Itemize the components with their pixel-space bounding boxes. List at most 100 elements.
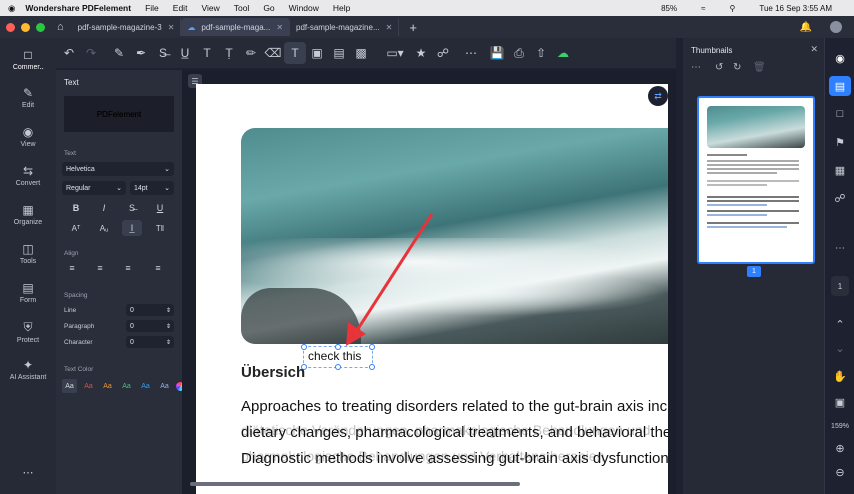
attachments-icon[interactable]: ☍ — [829, 188, 851, 208]
paragraph-spacing-stepper[interactable]: 0 ⇕ — [126, 320, 174, 332]
character-spacing-stepper[interactable]: 0 ⇕ — [126, 336, 174, 348]
menu-help[interactable]: Help — [333, 3, 350, 13]
menu-view[interactable]: View — [201, 3, 219, 13]
rail-tools[interactable]: ◫ Tools — [0, 242, 56, 265]
color-swatch[interactable]: Aa — [138, 379, 153, 393]
close-icon[interactable]: ✕ — [386, 23, 393, 32]
cloud-sync-icon[interactable]: ☁ — [552, 42, 574, 64]
superscript-button[interactable]: Aᵀ — [66, 220, 86, 236]
more-icon[interactable]: ⋯ — [0, 466, 56, 479]
resize-handle[interactable] — [335, 344, 341, 350]
comments-icon[interactable]: □ — [829, 104, 851, 124]
fields-icon[interactable]: ▦ — [829, 160, 851, 180]
align-center-icon[interactable]: ≡ — [90, 260, 110, 276]
textbox-annotation[interactable]: check this — [301, 344, 375, 370]
tab-document-1[interactable]: pdf-sample-magazine-3 ✕ — [72, 18, 182, 36]
rail-organize[interactable]: ▦ Organize — [0, 203, 56, 226]
tab-document-2[interactable]: ☁ pdf-sample-maga... ✕ — [181, 18, 291, 36]
zoom-out-icon[interactable]: ⊖ — [829, 462, 851, 482]
rail-edit[interactable]: ✎ Edit — [0, 86, 56, 109]
strikethrough-icon[interactable]: S̶ — [152, 42, 174, 64]
apple-icon[interactable]: ◉ — [8, 3, 15, 14]
menu-edit[interactable]: Edit — [173, 3, 188, 13]
align-justify-icon[interactable]: ≡ — [148, 260, 168, 276]
font-select[interactable]: Helvetica ⌄ — [62, 162, 174, 176]
menu-window[interactable]: Window — [289, 3, 319, 13]
fit-page-icon[interactable]: ▣ — [829, 392, 851, 412]
avatar[interactable] — [830, 21, 842, 33]
hand-tool-icon[interactable]: ✋ — [829, 366, 851, 386]
bell-icon[interactable]: 🔔 — [800, 22, 812, 33]
callout-icon[interactable]: ▤ — [328, 42, 350, 64]
sticky-note-icon[interactable]: ▩ — [350, 42, 372, 64]
text-tall-button[interactable]: T‖ — [150, 220, 170, 236]
menu-tool[interactable]: Tool — [234, 3, 250, 13]
color-swatch[interactable]: Aa — [100, 379, 115, 393]
style-select[interactable]: Regular ⌄ — [62, 181, 126, 195]
resize-handle[interactable] — [369, 344, 375, 350]
app-name[interactable]: Wondershare PDFelement — [25, 3, 131, 13]
menu-go[interactable]: Go — [263, 3, 274, 13]
datetime[interactable]: Tue 16 Sep 3:55 AM — [759, 4, 832, 13]
text-insert-icon[interactable]: T — [196, 42, 218, 64]
rail-convert[interactable]: ⇆ Convert — [0, 164, 56, 187]
close-icon[interactable]: ✕ — [276, 23, 283, 32]
chevron-down-icon[interactable]: ⌄ — [829, 338, 851, 358]
size-select[interactable]: 14pt ⌄ — [130, 181, 174, 195]
close-icon[interactable]: ✕ — [168, 23, 175, 32]
subscript-button[interactable]: Aᵤ — [94, 220, 114, 236]
color-swatch[interactable]: Aa — [81, 379, 96, 393]
italic-button[interactable]: I — [94, 200, 114, 216]
resize-handle[interactable] — [369, 364, 375, 370]
zoom-level[interactable]: 159% — [829, 416, 851, 436]
color-swatch[interactable]: Aa — [62, 379, 77, 393]
align-right-icon[interactable]: ≡ — [118, 260, 138, 276]
more-icon[interactable]: ⋯ — [691, 62, 701, 73]
tab-document-3[interactable]: pdf-sample-magazine... ✕ — [290, 18, 400, 36]
save-icon[interactable]: 💾 — [486, 42, 508, 64]
menu-file[interactable]: File — [145, 3, 159, 13]
zoom-window-icon[interactable] — [36, 22, 45, 32]
rail-view[interactable]: ◉ View — [0, 125, 56, 148]
pencil-icon[interactable]: ✏ — [240, 42, 262, 64]
textbox-text[interactable]: check this — [308, 349, 361, 363]
attachment-icon[interactable]: ☍ — [432, 42, 454, 64]
undo-icon[interactable]: ↶ — [58, 42, 80, 64]
rail-protect[interactable]: ⛨ Protect — [0, 320, 56, 344]
rotate-right-icon[interactable]: ↻ — [733, 62, 741, 73]
resize-handle[interactable] — [335, 364, 341, 370]
rotate-left-icon[interactable]: ↺ — [715, 62, 723, 73]
close-icon[interactable]: ✕ — [810, 44, 818, 55]
resize-handle[interactable] — [301, 344, 307, 350]
ai-chat-icon[interactable]: ◉ — [829, 48, 851, 68]
underline-icon[interactable]: U̲ — [174, 42, 196, 64]
strike-button[interactable]: S̶ — [122, 200, 142, 216]
align-left-icon[interactable]: ≡ — [62, 260, 82, 276]
rail-ai-assistant[interactable]: ✦ AI Assistant — [0, 358, 56, 381]
horizontal-scrollbar[interactable] — [190, 482, 520, 486]
new-tab-icon[interactable]: + — [409, 20, 417, 35]
textbox-tool-icon[interactable]: T — [284, 42, 306, 64]
current-page-field[interactable]: 1 — [831, 276, 849, 296]
chevron-up-icon[interactable]: ⌃ — [829, 314, 851, 334]
bookmark-icon[interactable]: ⚑ — [829, 132, 851, 152]
collapse-icon[interactable]: ⇄ — [648, 86, 668, 106]
page-thumbnail[interactable] — [697, 96, 815, 264]
close-window-icon[interactable] — [6, 22, 15, 32]
text-baseline-button[interactable]: I̲ — [122, 220, 142, 236]
bold-button[interactable]: B — [66, 200, 86, 216]
more-icon[interactable]: ⋯ — [829, 238, 851, 258]
highlighter-icon[interactable]: ✎ — [108, 42, 130, 64]
text-frame-icon[interactable]: ▣ — [306, 42, 328, 64]
marker-icon[interactable]: ✒ — [130, 42, 152, 64]
line-spacing-stepper[interactable]: 0 ⇕ — [126, 304, 174, 316]
home-icon[interactable]: ⌂ — [57, 21, 64, 33]
color-swatch[interactable]: Aa — [157, 379, 172, 393]
wifi-icon[interactable]: ≈ — [701, 4, 705, 13]
text-replace-icon[interactable]: Ṭ — [218, 42, 240, 64]
eraser-icon[interactable]: ⌫ — [262, 42, 284, 64]
delete-icon[interactable]: 🗑 — [753, 62, 766, 73]
print-icon[interactable]: ⎙ — [508, 42, 530, 64]
pdf-page[interactable]: check this Übersich diätetische Veränder… — [196, 84, 668, 494]
search-icon[interactable]: ⚲ — [730, 4, 736, 13]
